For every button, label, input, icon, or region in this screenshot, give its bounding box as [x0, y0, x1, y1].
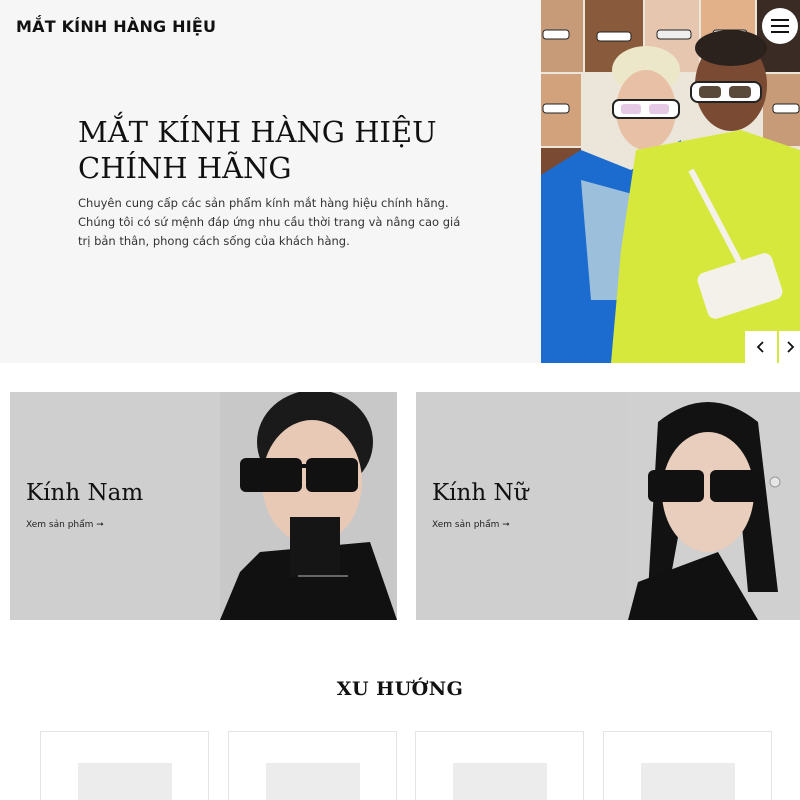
product-card[interactable]	[40, 731, 209, 800]
hero-title: MẮT KÍNH HÀNG HIỆU CHÍNH HÃNG	[78, 114, 518, 186]
model-women-illustration	[628, 392, 800, 620]
model-men-illustration	[220, 392, 397, 620]
chevron-right-icon	[786, 341, 794, 353]
category-link-men[interactable]: Xem sản phẩm ➞	[26, 520, 104, 530]
menu-button[interactable]	[762, 8, 798, 44]
hero-image	[541, 0, 800, 363]
slider-prev-button[interactable]	[745, 331, 777, 363]
hero-image-illustration	[541, 0, 800, 363]
slider-next-button[interactable]	[779, 331, 800, 363]
product-image	[641, 763, 735, 800]
category-title-men: Kính Nam	[26, 480, 144, 506]
product-image	[266, 763, 360, 800]
brand-logo[interactable]: MẮT KÍNH HÀNG HIỆU	[16, 17, 216, 36]
menu-line	[771, 25, 789, 27]
category-link-women[interactable]: Xem sản phẩm ➞	[432, 520, 510, 530]
chevron-left-icon	[756, 341, 764, 353]
product-image	[453, 763, 547, 800]
hero-description: Chuyên cung cấp các sản phẩm kính mắt hà…	[78, 196, 461, 248]
hero-section: MẮT KÍNH HÀNG HIỆU MẮT KÍNH HÀNG HIỆU CH…	[0, 0, 800, 363]
category-image-men	[220, 392, 397, 620]
category-image-women	[628, 392, 800, 620]
hero-title-line1: MẮT KÍNH HÀNG HIỆU	[78, 115, 437, 149]
product-card[interactable]	[415, 731, 584, 800]
product-image	[78, 763, 172, 800]
product-card[interactable]	[228, 731, 397, 800]
category-title-women: Kính Nữ	[432, 480, 529, 506]
hero-title-line2: CHÍNH HÃNG	[78, 151, 292, 185]
menu-line	[771, 19, 789, 21]
product-card[interactable]	[603, 731, 772, 800]
menu-line	[771, 31, 789, 33]
category-card-women[interactable]: Kính Nữ Xem sản phẩm ➞	[416, 392, 800, 620]
trending-title: XU HƯỚNG	[336, 678, 464, 700]
category-card-men[interactable]: Kính Nam Xem sản phẩm ➞	[10, 392, 397, 620]
